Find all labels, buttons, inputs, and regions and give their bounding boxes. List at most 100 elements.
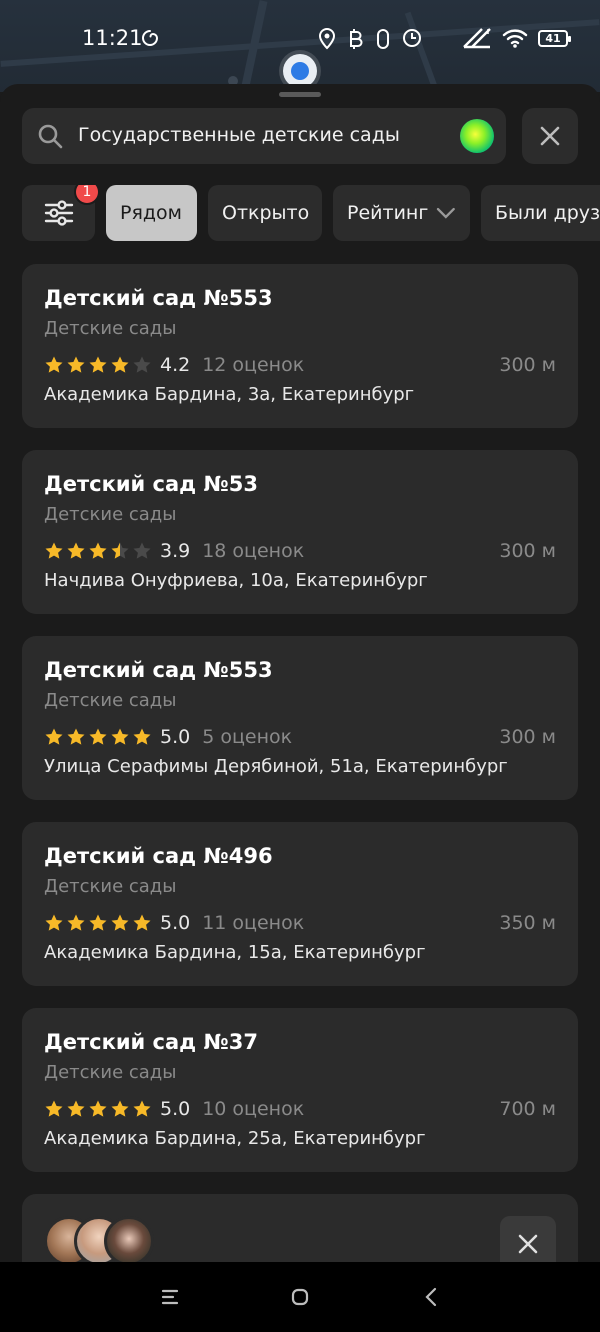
star-icon <box>111 914 129 931</box>
star-icon <box>133 542 151 559</box>
star-icon <box>67 542 85 559</box>
status-time: 11:21 <box>82 26 143 50</box>
home-icon <box>291 1288 309 1306</box>
reviews-count: 5 оценок <box>202 726 293 748</box>
rating-row: 5.0 11 оценок 350 м <box>44 910 556 936</box>
rating-row: 3.9 18 оценок 300 м <box>44 538 556 564</box>
notification-swirl-icon <box>142 30 159 46</box>
star-icon <box>45 542 63 559</box>
star-icon <box>133 728 151 745</box>
reviews-count: 12 оценок <box>202 354 305 376</box>
rating-value: 5.0 <box>160 1098 191 1120</box>
chip-rating[interactable]: Рейтинг <box>333 185 470 241</box>
recents-button[interactable] <box>157 1284 183 1310</box>
distance: 300 м <box>499 354 556 376</box>
rating-stars <box>44 913 152 933</box>
location-pin-icon <box>318 28 336 50</box>
capsule-icon <box>377 29 389 49</box>
chip-label: Открыто <box>222 202 310 224</box>
home-button[interactable] <box>287 1284 313 1310</box>
sliders-icon <box>44 200 73 226</box>
bitcoin-icon <box>350 29 363 49</box>
voice-assistant-icon[interactable] <box>460 119 494 153</box>
star-icon <box>45 914 63 931</box>
search-row: Государственные детские сады <box>22 108 578 164</box>
chevron-down-icon <box>437 207 456 219</box>
result-card[interactable]: Детский сад №553 Детские сады 4.2 12 оценок… <box>22 264 578 428</box>
chip-label: Были друзья <box>495 202 600 224</box>
star-icon <box>67 356 85 373</box>
star-icon <box>45 728 63 745</box>
result-category: Детские сады <box>44 1062 177 1083</box>
result-title: Детский сад №496 <box>44 844 273 868</box>
chip-friends-visited[interactable]: Были друзья <box>481 185 600 241</box>
result-address: Академика Бардина, 25а, Екатеринбург <box>44 1128 426 1149</box>
search-query: Государственные детские сады <box>78 124 400 146</box>
result-address: Академика Бардина, 15а, Екатеринбург <box>44 942 426 963</box>
filter-count-badge: 1 <box>74 185 100 205</box>
distance: 700 м <box>499 1098 556 1120</box>
result-card[interactable]: Детский сад №496 Детские сады 5.0 11 оценок… <box>22 822 578 986</box>
signal-icon <box>463 28 491 49</box>
star-icon <box>111 356 129 373</box>
system-nav-bar <box>0 1262 600 1332</box>
chip-label: Рядом <box>120 202 182 224</box>
chip-label: Рейтинг <box>347 202 429 224</box>
rating-value: 5.0 <box>160 726 191 748</box>
rating-stars <box>44 1099 152 1119</box>
rating-stars <box>44 727 152 747</box>
clock-icon <box>403 29 421 47</box>
star-icon <box>133 1100 151 1117</box>
sheet-grabber[interactable] <box>279 92 321 97</box>
rating-row: 5.0 5 оценок 300 м <box>44 724 556 750</box>
status-bar: 11:21 41 <box>0 0 600 80</box>
rating-stars <box>44 355 152 375</box>
result-category: Детские сады <box>44 876 177 897</box>
star-icon <box>111 1100 129 1117</box>
star-icon <box>89 914 107 931</box>
result-address: Академика Бардина, 3а, Екатеринбург <box>44 384 415 405</box>
search-icon <box>38 124 63 149</box>
star-icon <box>111 728 129 745</box>
close-icon <box>540 126 560 146</box>
distance: 300 м <box>499 726 556 748</box>
wifi-icon <box>502 29 528 48</box>
result-card[interactable]: Детский сад №37 Детские сады 5.0 10 оценок 7… <box>22 1008 578 1172</box>
result-title: Детский сад №53 <box>44 472 258 496</box>
star-icon <box>67 914 85 931</box>
back-icon <box>425 1287 437 1307</box>
star-icon <box>89 356 107 373</box>
close-search-button[interactable] <box>522 108 578 164</box>
back-button[interactable] <box>418 1284 444 1310</box>
star-icon <box>45 356 63 373</box>
result-address: Начдива Онуфриева, 10а, Екатеринбург <box>44 570 428 591</box>
rating-value: 4.2 <box>160 354 191 376</box>
menu-icon <box>161 1289 179 1305</box>
search-input[interactable]: Государственные детские сады <box>22 108 506 164</box>
rating-row: 4.2 12 оценок 300 м <box>44 352 556 378</box>
reviews-count: 10 оценок <box>202 1098 305 1120</box>
close-icon <box>518 1234 538 1254</box>
result-title: Детский сад №553 <box>44 286 273 310</box>
result-card[interactable]: Детский сад №53 Детские сады 3.9 18 оценок 3… <box>22 450 578 614</box>
star-icon <box>89 1100 107 1117</box>
reviews-count: 11 оценок <box>202 912 305 934</box>
rating-value: 5.0 <box>160 912 191 934</box>
filter-chips: 1 Рядом Открыто Рейтинг Были друзья <box>22 185 600 241</box>
result-category: Детские сады <box>44 690 177 711</box>
star-icon <box>89 542 107 559</box>
reviews-count: 18 оценок <box>202 540 305 562</box>
rating-value: 3.9 <box>160 540 191 562</box>
chip-nearby[interactable]: Рядом <box>106 185 197 241</box>
avatar <box>104 1216 154 1266</box>
result-category: Детские сады <box>44 504 177 525</box>
result-address: Улица Серафимы Дерябиной, 51а, Екатеринб… <box>44 756 508 777</box>
distance: 350 м <box>499 912 556 934</box>
rating-row: 5.0 10 оценок 700 м <box>44 1096 556 1122</box>
distance: 300 м <box>499 540 556 562</box>
result-title: Детский сад №37 <box>44 1030 258 1054</box>
chip-open[interactable]: Открыто <box>208 185 322 241</box>
results-sheet: Государственные детские сады 1 Рядом Отк… <box>0 84 600 1304</box>
result-category: Детские сады <box>44 318 177 339</box>
result-card[interactable]: Детский сад №553 Детские сады 5.0 5 оценок 3… <box>22 636 578 800</box>
